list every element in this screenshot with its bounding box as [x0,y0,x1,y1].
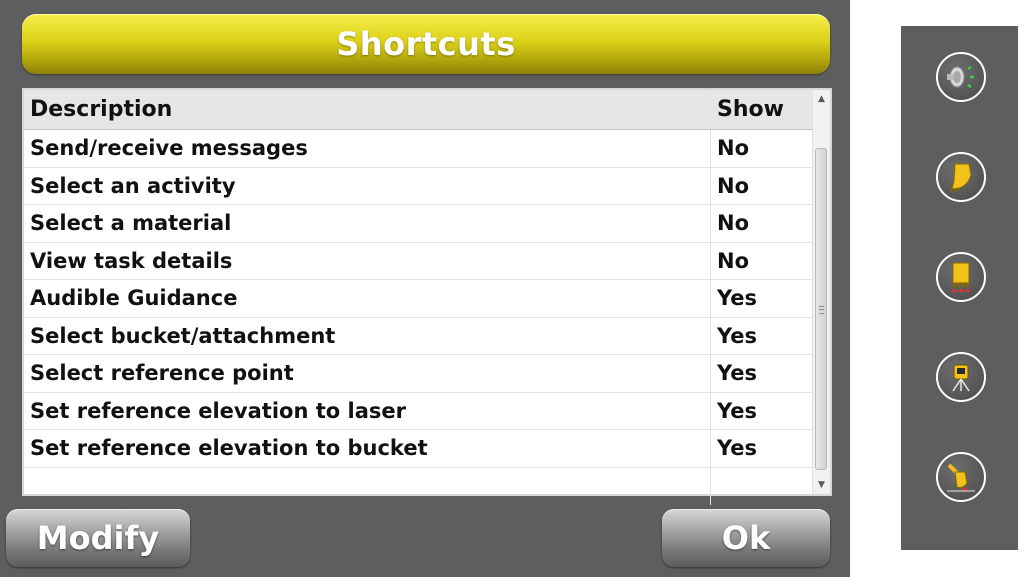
scroll-thumb[interactable] [815,148,827,470]
table-row[interactable]: Select a material No [24,205,814,243]
table-row[interactable]: Send/receive messages No [24,130,814,168]
row-show-value[interactable]: Yes [710,430,814,467]
select-reference-point-button[interactable] [936,252,986,302]
bucket-teeth-icon [943,259,979,295]
column-header-show[interactable]: Show [710,90,814,129]
row-description: Audible Guidance [30,286,238,311]
table-row[interactable]: View task details No [24,242,814,280]
title-bar: Shortcuts [22,14,830,74]
row-description: Select bucket/attachment [30,323,336,348]
row-show-value[interactable]: Yes [710,355,814,392]
table-header: Description Show [24,90,814,130]
vertical-scrollbar[interactable]: ▲ ▼ [812,90,830,494]
ok-button[interactable]: Ok [662,509,830,567]
row-show-value[interactable]: No [710,205,814,242]
reference-elevation-laser-button[interactable] [936,352,986,402]
row-show-value[interactable]: No [710,167,814,204]
scroll-up-arrow-icon[interactable]: ▲ [813,90,830,108]
row-show-empty [710,467,814,505]
row-description: Set reference elevation to laser [30,398,406,423]
modify-button[interactable]: Modify [6,509,190,567]
speaker-icon [943,59,979,95]
row-description: Set reference elevation to bucket [30,436,428,461]
table-row[interactable]: Select bucket/attachment Yes [24,317,814,355]
shortcuts-dialog: Shortcuts Description Show Send/receive … [0,0,850,577]
row-description-empty [24,468,710,506]
table-row-empty [24,467,814,506]
table-row[interactable]: Audible Guidance Yes [24,280,814,318]
reference-elevation-bucket-button[interactable] [936,452,986,502]
audible-guidance-button[interactable] [936,52,986,102]
shortcuts-table: Description Show Send/receive messages N… [22,88,832,505]
table-row[interactable]: Set reference elevation to bucket Yes [24,430,814,468]
row-show-value[interactable]: Yes [710,392,814,429]
table-row[interactable]: Select reference point Yes [24,355,814,393]
table-row[interactable]: Select an activity No [24,167,814,205]
row-show-value[interactable]: No [710,130,814,167]
select-bucket-button[interactable] [936,152,986,202]
row-show-value[interactable]: No [710,242,814,279]
shortcut-side-panel [901,26,1018,550]
row-description: Select reference point [30,361,294,386]
row-description: Select an activity [30,173,236,198]
row-description: Send/receive messages [30,136,308,161]
excavator-arm-icon [943,459,979,495]
scroll-down-arrow-icon[interactable]: ▼ [813,476,830,494]
row-description: View task details [30,248,233,273]
grip-icon [819,306,824,314]
row-description: Select a material [30,211,232,236]
bucket-icon [943,159,979,195]
dialog-title: Shortcuts [336,25,516,63]
column-header-description[interactable]: Description [24,90,710,129]
table-row[interactable]: Set reference elevation to laser Yes [24,392,814,430]
laser-receiver-icon [943,359,979,395]
row-show-value[interactable]: Yes [710,317,814,354]
row-show-value[interactable]: Yes [710,280,814,317]
table-body: Description Show Send/receive messages N… [24,90,814,505]
